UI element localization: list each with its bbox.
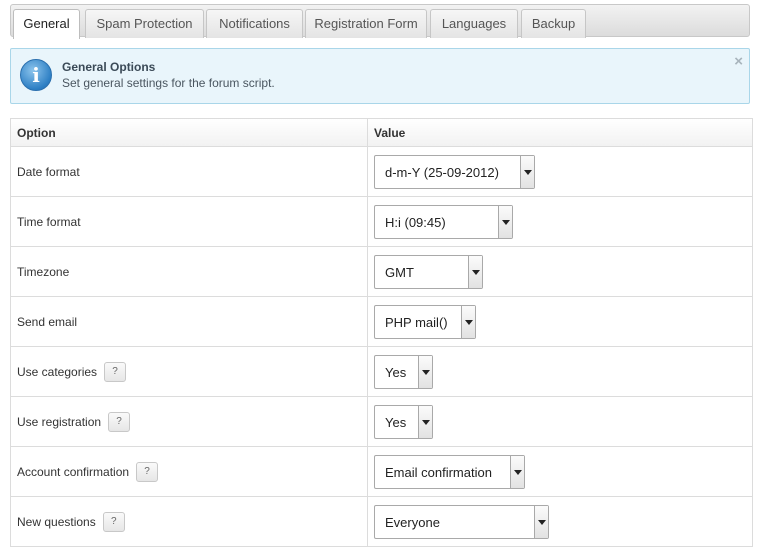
table-header: Option Value [11, 118, 752, 147]
chevron-down-icon[interactable] [418, 406, 432, 438]
option-label-text: New questions [17, 514, 96, 529]
column-header-option: Option [17, 126, 56, 140]
select-value: Email confirmation [385, 465, 492, 480]
option-label: New questions ? [17, 497, 125, 546]
time-format-select[interactable]: H:i (09:45) [374, 205, 513, 239]
option-label-text: Date format [17, 164, 80, 179]
table-row: Time format H:i (09:45) [11, 197, 752, 247]
select-value: PHP mail() [385, 315, 448, 330]
use-categories-select[interactable]: Yes [374, 355, 433, 389]
option-label: Use categories ? [17, 347, 127, 396]
column-divider [367, 297, 368, 346]
chevron-down-icon[interactable] [510, 456, 524, 488]
chevron-down-icon[interactable] [461, 306, 475, 338]
column-divider [367, 197, 368, 246]
option-label-text: Time format [17, 214, 81, 229]
table-row: Send email PHP mail() [11, 297, 752, 347]
column-divider [367, 119, 368, 146]
options-table: Option Value Date format d-m-Y (25-09-20… [10, 118, 753, 547]
info-title: General Options [62, 60, 156, 74]
column-divider [367, 247, 368, 296]
select-value: GMT [385, 265, 414, 280]
table-row: New questions ? Everyone [11, 497, 752, 547]
help-button[interactable]: ? [136, 461, 159, 482]
close-icon[interactable]: × [734, 53, 743, 70]
column-divider [367, 347, 368, 396]
table-row: Date format d-m-Y (25-09-2012) [11, 147, 752, 197]
use-registration-select[interactable]: Yes [374, 405, 433, 439]
select-value: Yes [385, 415, 407, 430]
option-label: Send email [17, 297, 77, 346]
table-row: Use registration ? Yes [11, 397, 752, 447]
chevron-down-icon[interactable] [498, 206, 512, 238]
tab-backup[interactable]: Backup [521, 9, 586, 38]
tab-notifications[interactable]: Notifications [206, 9, 303, 38]
info-description: Set general settings for the forum scrip… [62, 76, 275, 90]
new-questions-select[interactable]: Everyone [374, 505, 549, 539]
table-row: Use categories ? Yes [11, 347, 752, 397]
account-confirmation-select[interactable]: Email confirmation [374, 455, 525, 489]
timezone-select[interactable]: GMT [374, 255, 483, 289]
column-divider [367, 447, 368, 496]
select-value: Everyone [385, 515, 440, 530]
option-label-text: Timezone [17, 264, 70, 279]
send-email-select[interactable]: PHP mail() [374, 305, 476, 339]
help-button[interactable]: ? [108, 411, 131, 432]
option-label-text: Send email [17, 314, 78, 329]
tab-spam-protection[interactable]: Spam Protection [85, 9, 204, 38]
column-divider [367, 397, 368, 446]
column-header-value: Value [374, 126, 406, 140]
tab-bar: General Spam Protection Notifications Re… [10, 4, 750, 39]
select-value: Yes [385, 365, 407, 380]
option-label-text: Use categories [17, 364, 98, 379]
option-label: Time format [17, 197, 81, 246]
option-label: Use registration ? [17, 397, 131, 446]
select-value: d-m-Y (25-09-2012) [385, 165, 499, 180]
chevron-down-icon[interactable] [468, 256, 482, 288]
chevron-down-icon[interactable] [534, 506, 548, 538]
option-label: Timezone [17, 247, 69, 296]
option-label-text: Use registration [17, 414, 102, 429]
info-icon: i [20, 59, 52, 91]
table-row: Account confirmation ? Email confirmatio… [11, 447, 752, 497]
option-label-text: Account confirmation [17, 464, 130, 479]
tab-languages[interactable]: Languages [430, 9, 518, 38]
select-value: H:i (09:45) [385, 215, 446, 230]
date-format-select[interactable]: d-m-Y (25-09-2012) [374, 155, 535, 189]
tab-registration-form[interactable]: Registration Form [305, 9, 427, 38]
column-divider [367, 147, 368, 196]
tab-general[interactable]: General [13, 9, 80, 39]
option-label: Account confirmation ? [17, 447, 159, 496]
table-row: Timezone GMT [11, 247, 752, 297]
info-box: i General Options Set general settings f… [10, 48, 750, 104]
chevron-down-icon[interactable] [418, 356, 432, 388]
option-label: Date format [17, 147, 80, 196]
help-button[interactable]: ? [104, 361, 127, 382]
chevron-down-icon[interactable] [520, 156, 534, 188]
column-divider [367, 497, 368, 546]
